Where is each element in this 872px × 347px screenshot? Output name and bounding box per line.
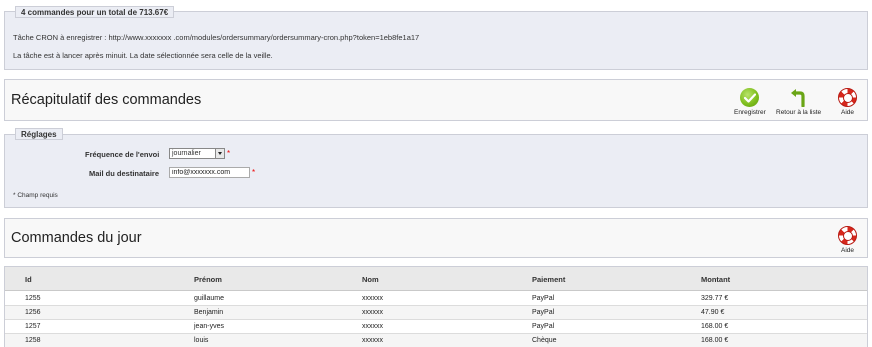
cell-lastname: xxxxxx	[362, 323, 383, 330]
save-button[interactable]: Enregistrer	[734, 88, 766, 116]
chevron-down-icon	[215, 149, 224, 158]
help-button[interactable]: Aide	[838, 226, 857, 254]
help-button-label: Aide	[840, 109, 854, 116]
orders-summary-fieldset: 4 commandes pour un total de 713.67€ Tâc…	[4, 6, 868, 70]
lifebuoy-icon	[838, 88, 857, 107]
cron-task-text: Tâche CRON à enregistrer : http://www.xx…	[13, 33, 420, 42]
help-button-label: Aide	[840, 247, 854, 254]
cell-firstname: louis	[194, 337, 209, 344]
settings-legend: Réglages	[15, 128, 63, 140]
cell-amount: 329.77 €	[701, 295, 729, 302]
cell-amount: 47.90 €	[701, 309, 725, 316]
table-header: Id Prénom Nom Paiement Montant	[5, 267, 867, 291]
cell-id: 1256	[25, 309, 41, 316]
frequency-label: Fréquence de l'envoi	[85, 150, 160, 159]
cell-id: 1257	[25, 323, 41, 330]
page-title: Récapitulatif des commandes	[11, 92, 202, 108]
cell-id: 1255	[25, 295, 41, 302]
cell-firstname: jean-yves	[194, 323, 224, 330]
cell-amount: 168.00 €	[701, 337, 729, 344]
table-row[interactable]: 1258 louis xxxxxx Chèque 168.00 €	[5, 334, 867, 347]
table-row[interactable]: 1257 jean-yves xxxxxx PayPal 168.00 €	[5, 320, 867, 334]
cron-info-text: La tâche est à lancer après minuit. La d…	[13, 51, 273, 60]
frequency-select[interactable]: journalier	[169, 148, 225, 159]
cell-payment: Chèque	[532, 337, 557, 344]
mail-field[interactable]	[169, 167, 250, 178]
required-mark: *	[227, 149, 231, 158]
toolbar-daily-orders: Commandes du jour Aide	[4, 218, 868, 258]
orders-summary-legend: 4 commandes pour un total de 713.67€	[15, 6, 175, 18]
table-row[interactable]: 1256 Benjamin xxxxxx PayPal 47.90 €	[5, 306, 867, 320]
cell-firstname: Benjamin	[194, 309, 224, 316]
cell-amount: 168.00 €	[701, 323, 729, 330]
required-note: * Champ requis	[13, 192, 58, 199]
required-mark: *	[252, 168, 256, 177]
frequency-select-value: journalier	[172, 150, 201, 157]
orders-table: Id Prénom Nom Paiement Montant 1255 guil…	[4, 266, 868, 347]
checkmark-circle-icon	[740, 88, 760, 107]
cell-payment: PayPal	[532, 323, 555, 330]
column-header-firstname: Prénom	[194, 275, 222, 284]
cell-lastname: xxxxxx	[362, 295, 383, 302]
cell-lastname: xxxxxx	[362, 337, 383, 344]
column-header-lastname: Nom	[362, 275, 379, 284]
cell-payment: PayPal	[532, 309, 555, 316]
column-header-id: Id	[25, 275, 32, 284]
lifebuoy-icon	[838, 226, 857, 245]
cell-firstname: guillaume	[194, 295, 224, 302]
mail-label: Mail du destinataire	[89, 169, 160, 178]
settings-fieldset: Réglages Fréquence de l'envoi journalier…	[4, 128, 868, 208]
save-button-label: Enregistrer	[734, 109, 766, 116]
toolbar-order-summary: Récapitulatif des commandes Enregistrer …	[4, 79, 868, 121]
column-header-amount: Montant	[701, 275, 731, 284]
back-arrow-icon	[789, 88, 808, 108]
back-to-list-button[interactable]: Retour à la liste	[776, 88, 821, 116]
cell-id: 1258	[25, 337, 41, 344]
section-title: Commandes du jour	[11, 230, 142, 246]
cell-payment: PayPal	[532, 295, 555, 302]
table-row[interactable]: 1255 guillaume xxxxxx PayPal 329.77 €	[5, 292, 867, 306]
help-button[interactable]: Aide	[838, 88, 857, 116]
column-header-payment: Paiement	[532, 275, 566, 284]
cell-lastname: xxxxxx	[362, 309, 383, 316]
back-to-list-label: Retour à la liste	[776, 109, 822, 116]
